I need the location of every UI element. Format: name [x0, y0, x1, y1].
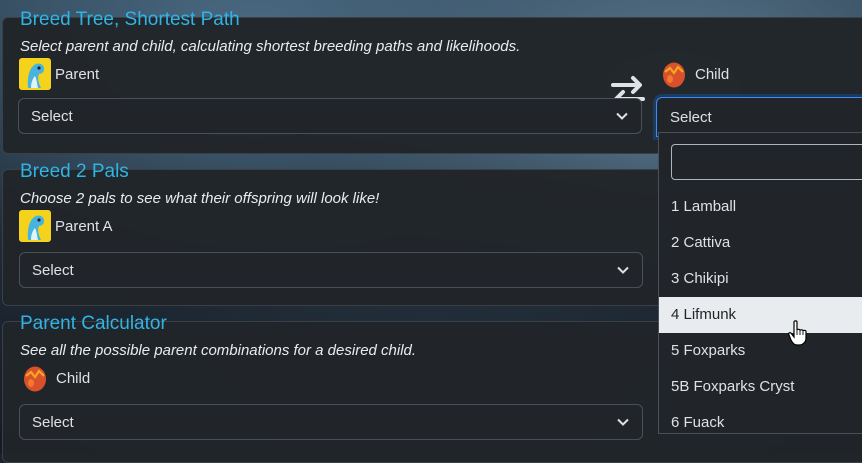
breed-tree-parent-label: Parent [55, 65, 100, 83]
chevron-down-icon [616, 112, 628, 120]
parent-calc-child-label: Child [56, 369, 91, 387]
breed-tree-parent-label-row: Parent [19, 58, 99, 90]
parent-calc-child-select-value: Select [32, 414, 74, 431]
dropdown-option[interactable]: 2 Cattiva [659, 225, 862, 261]
dropdown-option[interactable]: 3 Chikipi [659, 261, 862, 297]
breed-tree-parent-select-value: Select [31, 108, 73, 125]
breed-two-parent-a-label-row: Parent A [19, 210, 113, 242]
breed-tree-title: Breed Tree, Shortest Path [20, 9, 240, 30]
breed-two-parent-a-select[interactable]: Select [19, 252, 643, 288]
chevron-down-icon [617, 266, 629, 274]
breed-tree-child-label-row: Child [661, 60, 729, 88]
breed-two-parent-a-label: Parent A [55, 217, 113, 235]
parent-calc-child-select[interactable]: Select [19, 404, 643, 440]
parent-calc-subtitle: See all the possible parent combinations… [20, 342, 417, 359]
breed-two-subtitle: Choose 2 pals to see what their offsprin… [20, 190, 380, 207]
egg-icon [663, 62, 685, 88]
breed-tree-child-select-value: Select [670, 109, 712, 126]
breed-two-title: Breed 2 Pals [20, 161, 129, 182]
pal-avatar-icon [19, 58, 51, 90]
parent-calc-child-label-row: Child [22, 364, 90, 392]
breed-tree-parent-select[interactable]: Select [18, 98, 642, 134]
egg-icon [24, 366, 46, 392]
dropdown-option-highlighted[interactable]: 4 Lifmunk [659, 297, 862, 333]
breed-tree-child-label: Child [695, 65, 730, 83]
breed-two-parent-a-select-value: Select [32, 262, 74, 279]
dropdown-option[interactable]: 5 Foxparks [659, 333, 862, 369]
child-dropdown-menu: 1 Lamball 2 Cattiva 3 Chikipi 4 Lifmunk … [658, 132, 862, 434]
breed-tree-subtitle: Select parent and child, calculating sho… [20, 38, 521, 55]
chevron-down-icon [617, 418, 629, 426]
breed-tree-child-select[interactable]: Select [656, 97, 862, 137]
parent-calc-title: Parent Calculator [20, 313, 167, 334]
pal-avatar-icon [19, 210, 51, 242]
hand-pointer-icon [788, 320, 807, 346]
dropdown-option[interactable]: 5B Foxparks Cryst [659, 369, 862, 405]
dropdown-option[interactable]: 6 Fuack [659, 405, 862, 433]
dropdown-search-input[interactable] [671, 144, 862, 180]
dropdown-option[interactable]: 1 Lamball [659, 189, 862, 225]
